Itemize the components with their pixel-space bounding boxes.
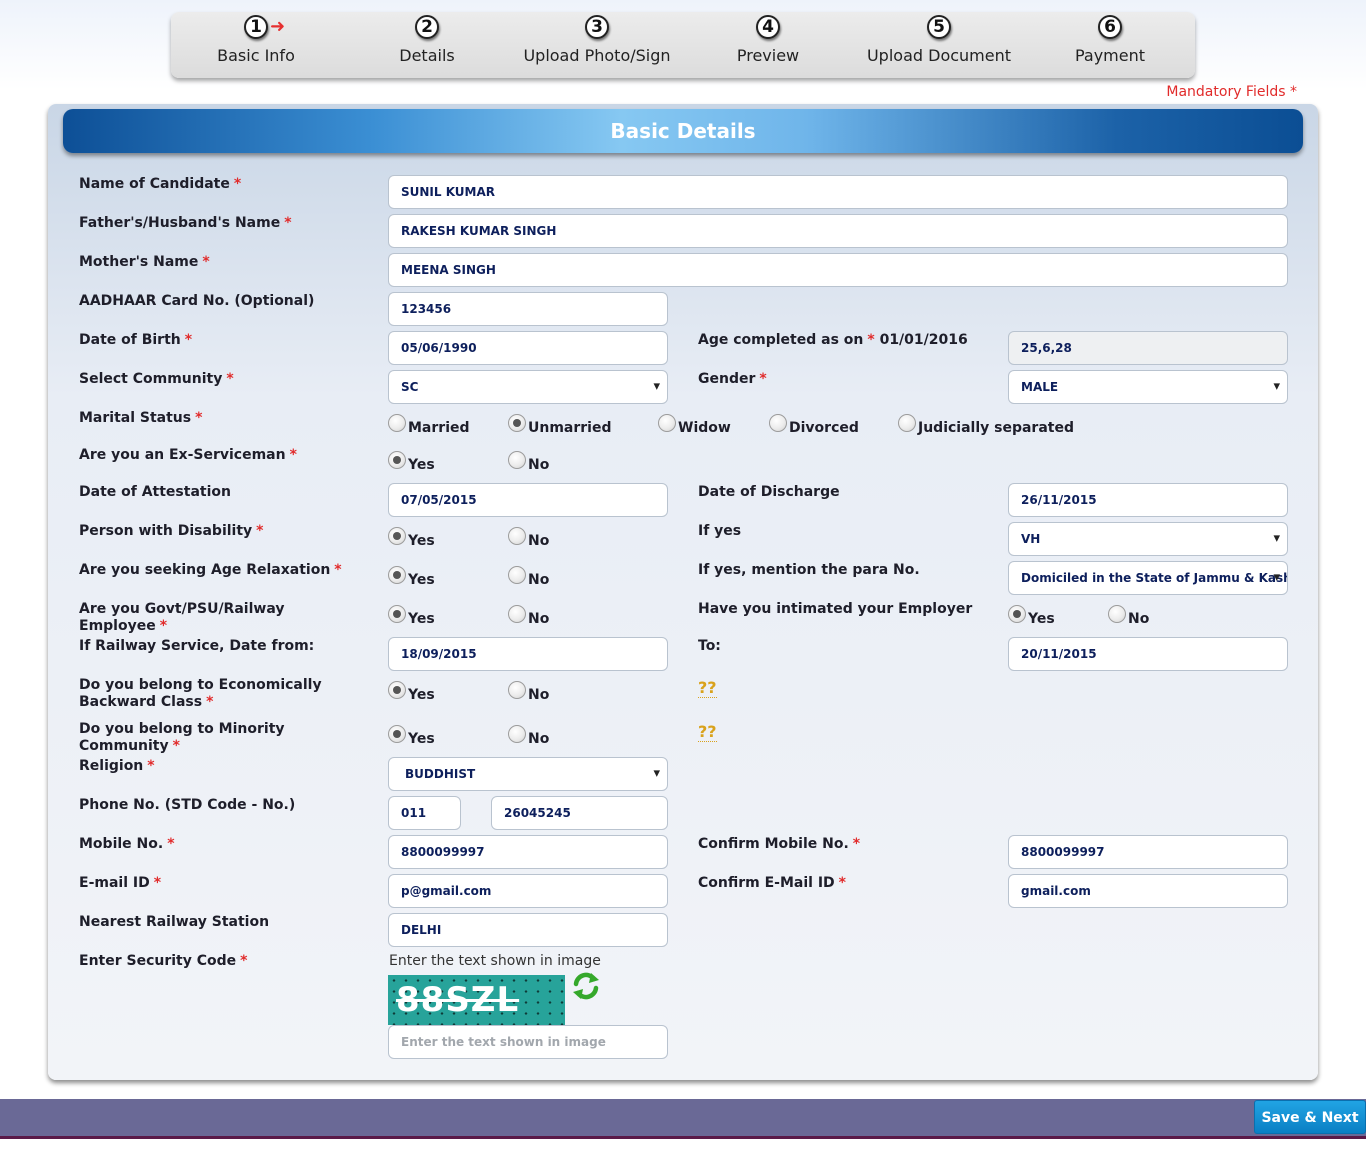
step-label: Payment [1074,46,1146,65]
label-railway-from: If Railway Service, Date from: [79,638,315,654]
label-to: To: [698,638,721,654]
step-number: 5 [927,15,951,39]
label-para-no: If yes, mention the para No. [698,562,920,578]
step-number: 6 [1098,15,1122,39]
dob-input[interactable]: 05/06/1990 [388,331,668,365]
confirm-email-input[interactable]: gmail.com [1008,874,1288,908]
label-if-yes: If yes [698,523,742,539]
label-exserviceman: Are you an Ex-Serviceman * [79,447,297,463]
disability-type-select[interactable]: VH [1008,522,1288,556]
label-mother: Mother's Name * [79,254,210,270]
label-ebc: Do you belong to Economically Backward C… [79,677,322,710]
mandatory-fields-note: Mandatory Fields * [1166,84,1297,100]
label-marital: Marital Status * [79,410,203,426]
save-next-button[interactable]: Save & Next [1254,1100,1366,1134]
label-name: Name of Candidate * [79,176,242,192]
label-community: Select Community * [79,371,234,387]
label-religion: Religion * [79,758,155,774]
step-preview[interactable]: 4 Preview [683,12,853,78]
step-label: Upload Document [866,46,1012,65]
attestation-date-input[interactable]: 07/05/2015 [388,483,668,517]
community-select[interactable]: SC [388,370,668,404]
step-basic-info[interactable]: 1 ➜ Basic Info [171,12,341,78]
step-upload-photo-sign[interactable]: 3 Upload Photo/Sign [512,12,682,78]
step-details[interactable]: 2 Details [342,12,512,78]
label-discharge: Date of Discharge [698,484,840,500]
step-progress-bar: 1 ➜ Basic Info 2 Details 3 Upload Photo/… [171,12,1195,78]
aadhaar-input[interactable]: 123456 [388,292,668,326]
step-number: 4 [756,15,780,39]
label-confirm-email: Confirm E-Mail ID * [698,875,846,891]
current-step-arrow-icon: ➜ [270,16,286,37]
std-code-input[interactable]: 011 [388,796,461,830]
age-readonly-field: 25,6,28 [1008,331,1288,365]
railway-to-date-input[interactable]: 20/11/2015 [1008,637,1288,671]
label-mobile: Mobile No. * [79,836,175,852]
label-age-relaxation: Are you seeking Age Relaxation * [79,562,342,578]
step-label: Basic Info [217,46,295,65]
panel-title: Basic Details [63,109,1303,153]
label-phone: Phone No. (STD Code - No.) [79,797,296,813]
label-dob: Date of Birth * [79,332,193,348]
label-father: Father's/Husband's Name * [79,215,292,231]
label-railway-station: Nearest Railway Station [79,914,270,930]
captcha-image: 88SZL [388,975,565,1025]
step-label: Details [399,46,455,65]
footer-bar [0,1099,1366,1139]
step-number: 1 [244,15,268,39]
step-label: Preview [736,46,800,65]
step-payment[interactable]: 6 Payment [1025,12,1195,78]
label-gender: Gender * [698,371,767,387]
label-confirm-mobile: Confirm Mobile No. * [698,836,861,852]
railway-station-input[interactable]: DELHI [388,913,668,947]
label-age: Age completed as on * 01/01/2016 [698,332,968,348]
label-minority: Do you belong to Minority Community * [79,721,285,754]
step-number: 2 [415,15,439,39]
label-intimated-employer: Have you intimated your Employer [698,601,973,617]
step-label: Upload Photo/Sign [523,46,671,65]
name-input[interactable]: SUNIL KUMAR [388,175,1288,209]
para-no-select[interactable]: Domiciled in the State of Jammu & Kash [1008,561,1288,595]
religion-select[interactable]: BUDDHIST [388,757,668,791]
father-name-input[interactable]: RAKESH KUMAR SINGH [388,214,1288,248]
label-attestation: Date of Attestation [79,484,231,500]
label-email: E-mail ID * [79,875,162,891]
discharge-date-input[interactable]: 26/11/2015 [1008,483,1288,517]
label-aadhaar: AADHAAR Card No. (Optional) [79,293,315,309]
mobile-input[interactable]: 8800099997 [388,835,668,869]
label-security-code: Enter Security Code * [79,953,248,969]
step-number: 3 [585,15,609,39]
gender-select[interactable]: MALE [1008,370,1288,404]
railway-from-date-input[interactable]: 18/09/2015 [388,637,668,671]
step-upload-document[interactable]: 5 Upload Document [854,12,1024,78]
phone-number-input[interactable]: 26045245 [491,796,668,830]
captcha-input[interactable]: Enter the text shown in image [388,1025,668,1059]
label-disability: Person with Disability * [79,523,264,539]
mother-name-input[interactable]: MEENA SINGH [388,253,1288,287]
confirm-mobile-input[interactable]: 8800099997 [1008,835,1288,869]
captcha-hint: Enter the text shown in image [389,953,601,969]
ebc-help-link[interactable]: ?? [698,678,717,698]
label-govt-employee: Are you Govt/PSU/Railway Employee * [79,601,285,634]
minority-help-link[interactable]: ?? [698,722,717,742]
refresh-captcha-icon[interactable] [570,970,602,1002]
email-input[interactable]: p@gmail.com [388,874,668,908]
